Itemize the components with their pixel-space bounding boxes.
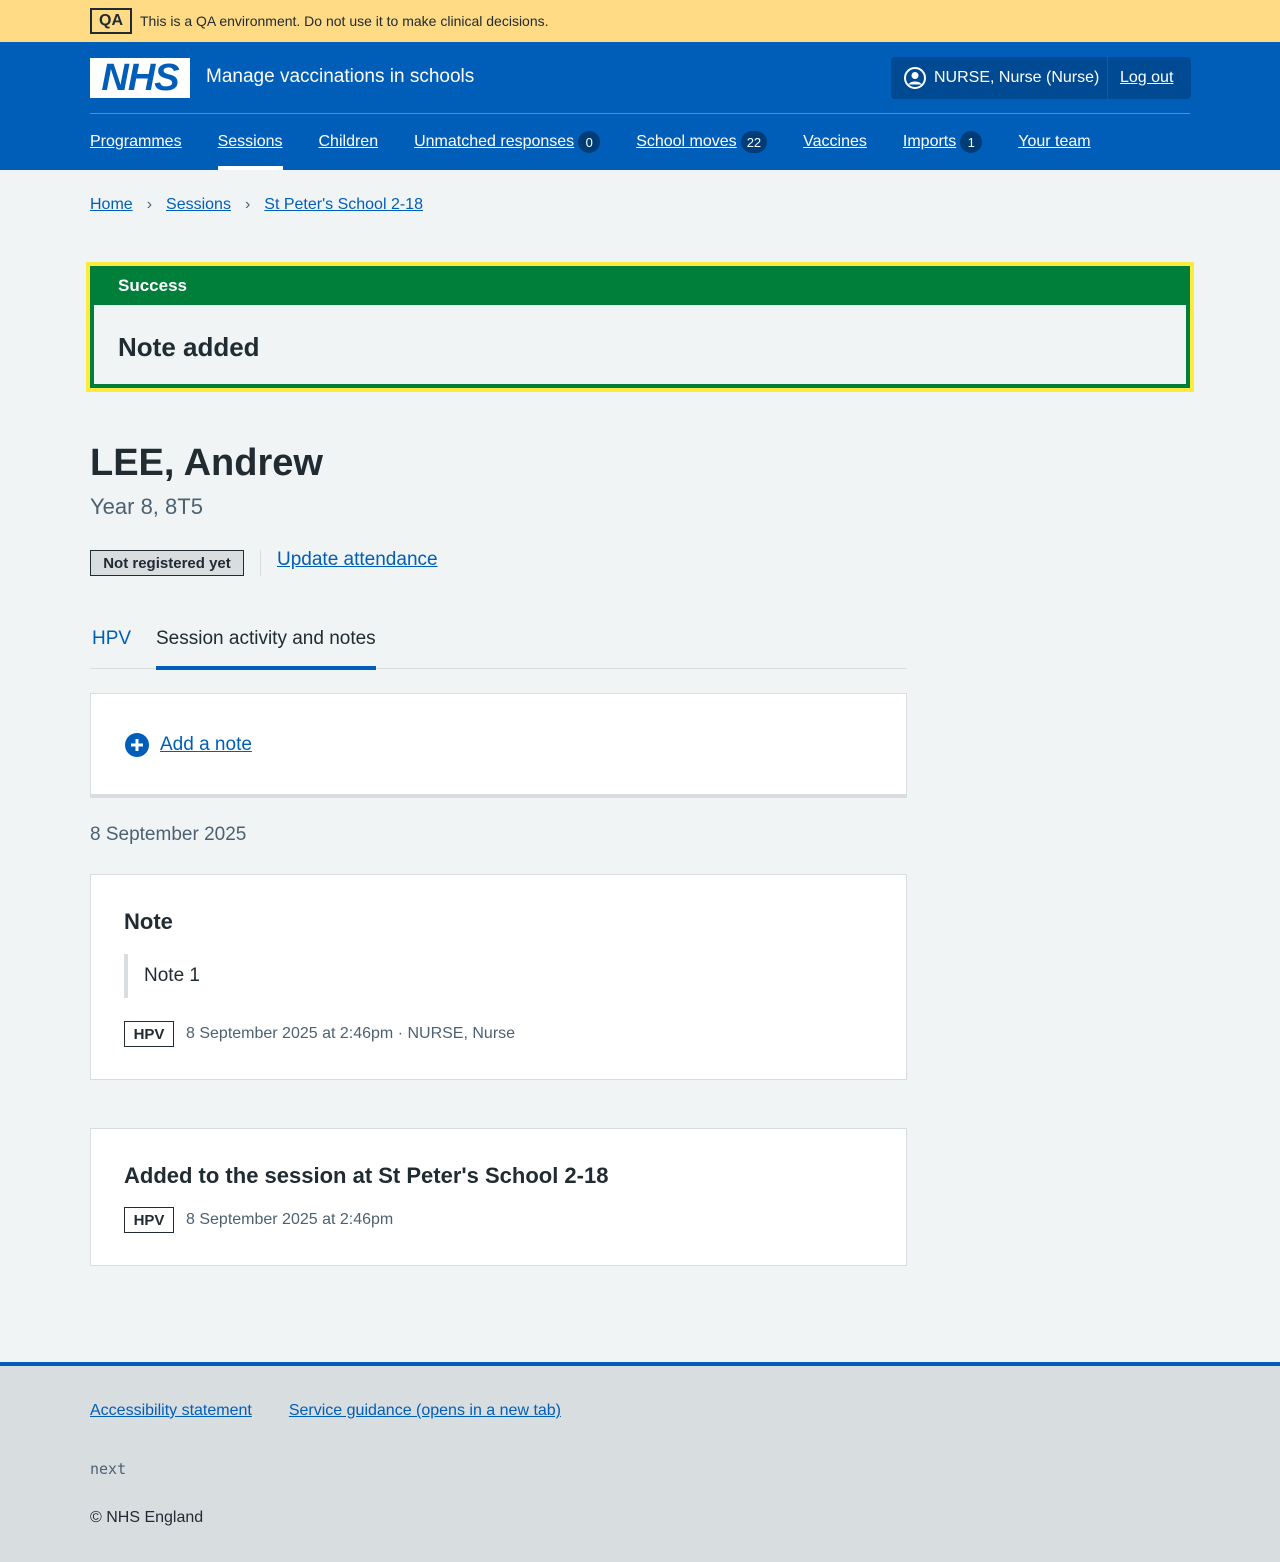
primary-navigation: Programmes Sessions Children Unmatched r… xyxy=(90,114,1127,170)
nav-link-sessions[interactable]: Sessions xyxy=(218,133,283,151)
breadcrumb-home[interactable]: Home xyxy=(90,196,133,214)
nav-item-vaccines[interactable]: Vaccines xyxy=(803,114,867,170)
activity-date-heading: 8 September 2025 xyxy=(90,824,247,845)
session-event-meta-text: 8 September 2025 at 2:46pm xyxy=(186,1211,394,1228)
nav-item-unmatched-responses[interactable]: Unmatched responses 0 xyxy=(414,114,601,170)
session-event-title: Added to the session at St Peter's Schoo… xyxy=(124,1163,609,1188)
nav-link-vaccines[interactable]: Vaccines xyxy=(803,133,867,151)
nav-link-unmatched-responses[interactable]: Unmatched responses xyxy=(414,133,574,151)
note-meta: HPV 8 September 2025 at 2:46pm · NURSE, … xyxy=(124,1021,515,1047)
patient-year-group: Year 8, 8T5 xyxy=(90,494,203,519)
school-moves-count: 22 xyxy=(740,131,768,153)
site-header: NHS Manage vaccinations in schools NURSE… xyxy=(0,42,1280,170)
note-body: Note 1 xyxy=(124,954,200,998)
note-card-title: Note xyxy=(124,909,173,934)
programme-tag: HPV xyxy=(124,1207,174,1233)
success-banner: Success Note added xyxy=(86,262,1194,392)
site-footer: Accessibility statement Service guidance… xyxy=(0,1362,1280,1562)
update-attendance-link[interactable]: Update attendance xyxy=(277,549,438,571)
breadcrumb: Home › Sessions › St Peter's School 2-18 xyxy=(90,196,423,214)
account-menu: NURSE, Nurse (Nurse) Log out xyxy=(891,57,1191,99)
nav-item-sessions[interactable]: Sessions xyxy=(217,114,283,170)
attendance-divider xyxy=(260,550,261,576)
note-card: Note Note 1 HPV 8 September 2025 at 2:46… xyxy=(90,874,907,1080)
tab-session-activity-and-notes[interactable]: Session activity and notes xyxy=(156,620,376,670)
nav-link-imports[interactable]: Imports xyxy=(903,133,956,151)
accessibility-statement-link[interactable]: Accessibility statement xyxy=(90,1402,252,1420)
registration-status-badge: Not registered yet xyxy=(90,550,244,576)
nav-link-children[interactable]: Children xyxy=(319,133,379,151)
breadcrumb-sessions[interactable]: Sessions xyxy=(166,196,231,214)
nav-link-your-team[interactable]: Your team xyxy=(1018,133,1090,151)
success-message: Note added xyxy=(118,332,260,362)
qa-warning-text: This is a QA environment. Do not use it … xyxy=(140,13,549,29)
account-user: NURSE, Nurse (Nurse) xyxy=(891,57,1107,99)
add-note-action[interactable]: Add a note xyxy=(124,732,252,758)
copyright: © NHS England xyxy=(90,1509,204,1526)
plus-circle-icon xyxy=(125,733,149,757)
nav-link-programmes[interactable]: Programmes xyxy=(90,133,182,151)
unmatched-responses-count: 0 xyxy=(578,131,601,153)
service-guidance-link[interactable]: Service guidance (opens in a new tab) xyxy=(289,1402,561,1420)
nav-item-your-team[interactable]: Your team xyxy=(1018,114,1090,170)
service-name[interactable]: Manage vaccinations in schools xyxy=(206,66,474,88)
account-user-name: NURSE, Nurse (Nurse) xyxy=(934,69,1100,86)
nav-item-school-moves[interactable]: School moves 22 xyxy=(636,114,768,170)
add-note-card: Add a note xyxy=(90,693,907,798)
chevron-right-icon: › xyxy=(146,196,153,213)
nav-item-children[interactable]: Children xyxy=(319,114,379,170)
app-version: next xyxy=(90,1460,127,1478)
user-icon xyxy=(904,67,926,89)
tab-hpv[interactable]: HPV xyxy=(92,620,131,669)
imports-count: 1 xyxy=(960,131,983,153)
session-event-meta: HPV 8 September 2025 at 2:46pm xyxy=(124,1207,393,1233)
patient-name: LEE, Andrew xyxy=(90,442,323,484)
add-note-link[interactable]: Add a note xyxy=(160,734,252,756)
nav-link-school-moves[interactable]: School moves xyxy=(636,133,737,151)
qa-environment-banner: QA This is a QA environment. Do not use … xyxy=(0,0,1280,42)
nav-item-imports[interactable]: Imports 1 xyxy=(903,114,983,170)
programme-tag: HPV xyxy=(124,1021,174,1047)
nhs-logo[interactable]: NHS xyxy=(90,58,190,98)
note-meta-text: 8 September 2025 at 2:46pm · NURSE, Nurs… xyxy=(186,1025,516,1042)
patient-tabs: HPV Session activity and notes xyxy=(90,620,907,670)
success-banner-body: Success Note added xyxy=(90,266,1190,388)
qa-tag: QA xyxy=(90,8,132,34)
nav-item-programmes[interactable]: Programmes xyxy=(90,114,182,170)
success-heading: Success xyxy=(94,270,1186,305)
session-event-card: Added to the session at St Peter's Schoo… xyxy=(90,1128,907,1266)
breadcrumb-session[interactable]: St Peter's School 2-18 xyxy=(264,196,423,214)
chevron-right-icon: › xyxy=(244,196,251,213)
logout-link[interactable]: Log out xyxy=(1108,69,1173,87)
footer-links: Accessibility statement Service guidance… xyxy=(90,1402,598,1420)
